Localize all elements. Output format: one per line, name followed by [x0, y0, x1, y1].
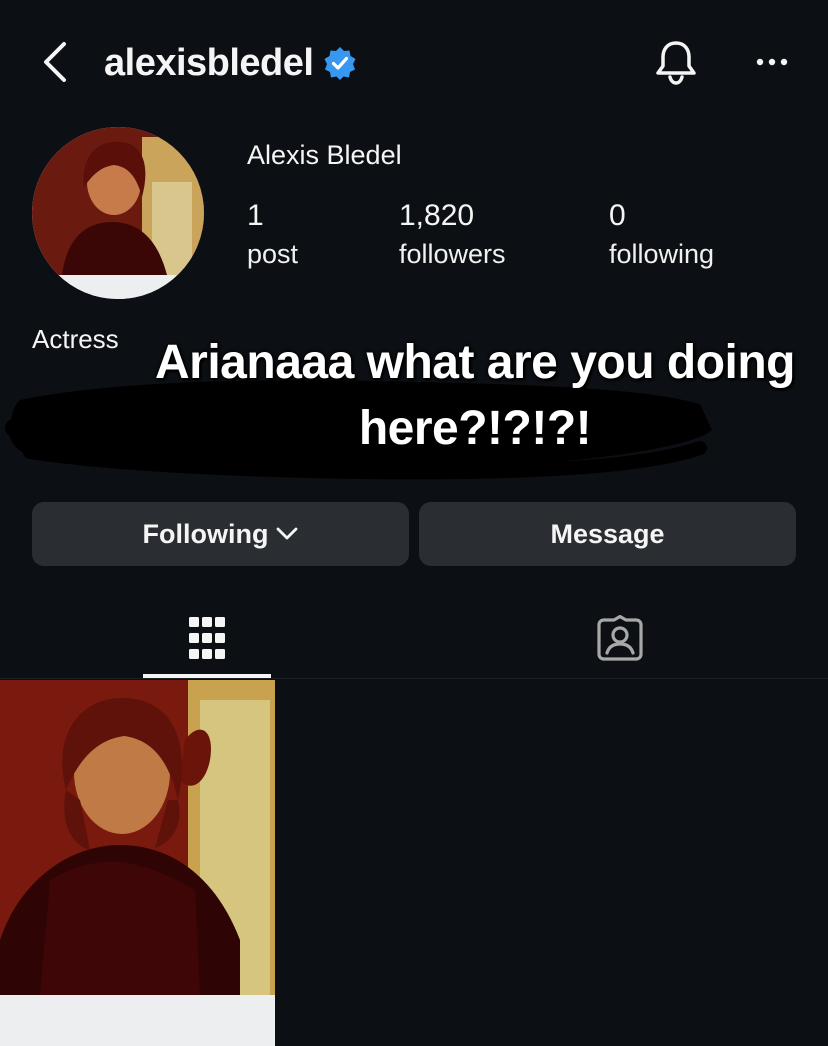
notifications-button[interactable] — [650, 36, 702, 88]
active-tab-indicator — [143, 674, 271, 678]
tabs-divider — [0, 678, 828, 679]
post-thumbnail[interactable] — [0, 680, 275, 1046]
chevron-left-icon — [44, 42, 66, 82]
posts-count: 1 — [247, 199, 264, 232]
posts-label: post — [247, 239, 299, 269]
more-horizontal-icon — [756, 58, 788, 66]
tab-posts-grid[interactable] — [143, 596, 271, 680]
grid-icon — [189, 617, 225, 659]
verified-badge-icon — [324, 47, 356, 80]
more-options-button[interactable] — [748, 44, 796, 80]
message-button[interactable]: Message — [419, 502, 796, 566]
chevron-down-icon — [277, 527, 298, 540]
following-count: 0 — [609, 199, 626, 232]
bell-icon — [656, 41, 696, 85]
followers-label: followers — [399, 239, 506, 269]
following-label: following — [609, 239, 715, 269]
tagged-person-icon — [597, 615, 643, 661]
avatar[interactable] — [32, 127, 204, 299]
profile-photo — [32, 127, 204, 299]
overlay-caption: Arianaaa what are you doing here?!?!?! — [155, 336, 795, 455]
header-title: alexisbledel — [104, 38, 357, 88]
stat-followers[interactable]: 1,820 followers — [399, 198, 506, 272]
message-button-label: Message — [550, 518, 665, 549]
stat-posts[interactable]: 1 post — [247, 198, 298, 272]
following-button-label: Following — [142, 518, 269, 549]
username: alexisbledel — [104, 41, 314, 84]
bio-text: Actress — [32, 324, 119, 354]
following-button[interactable]: Following — [32, 502, 409, 566]
stat-following[interactable]: 0 following — [609, 198, 714, 272]
tab-tagged[interactable] — [556, 596, 684, 680]
post-photo — [0, 680, 275, 1046]
followers-count: 1,820 — [399, 199, 475, 232]
profile-screen: alexisbledel Alexis Bledel 1 post 1,820 … — [0, 0, 828, 1046]
display-name: Alexis Bledel — [247, 140, 402, 170]
back-button[interactable] — [38, 40, 74, 84]
